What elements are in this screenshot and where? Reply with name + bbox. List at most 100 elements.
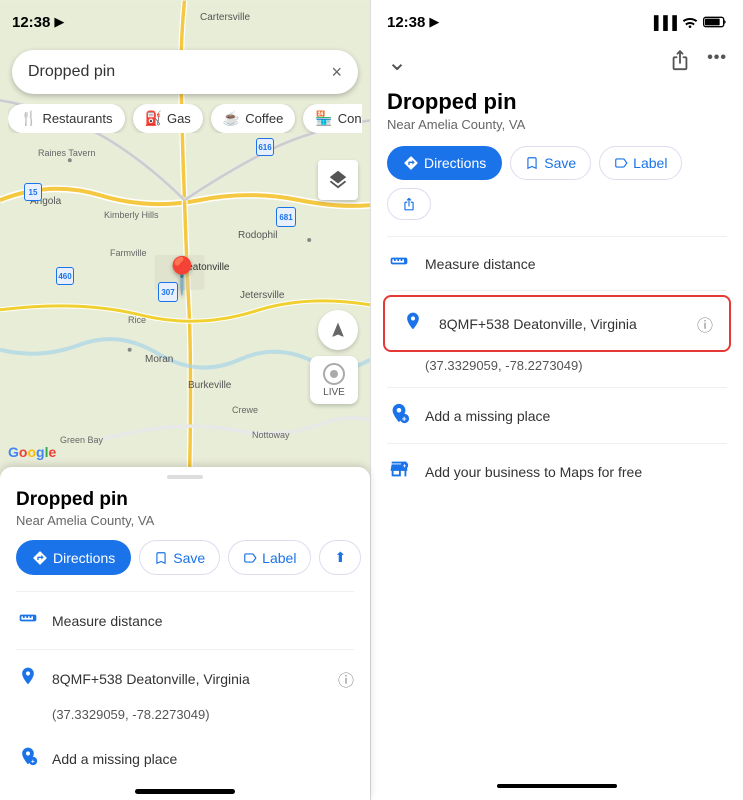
back-button[interactable]: ⌄: [387, 48, 407, 77]
coordinates-text: (37.3329059, -78.2273049): [52, 707, 210, 722]
town-farmville: Farmville: [110, 248, 147, 258]
map-layers-button[interactable]: [318, 160, 358, 200]
status-bar-left: 12:38 ▶: [0, 0, 370, 44]
detail-directions-icon: [403, 155, 419, 171]
chip-restaurants[interactable]: 🍴 Restaurants: [8, 104, 125, 133]
divider-1: [16, 591, 354, 592]
convenience-icon: 🏪: [315, 110, 332, 127]
location-status-right: ▶: [429, 14, 439, 30]
detail-label-label: Label: [633, 155, 667, 171]
chip-gas[interactable]: ⛽ Gas: [133, 104, 203, 133]
town-green-bay: Green Bay: [60, 435, 103, 445]
gas-icon: ⛽: [145, 110, 162, 127]
detail-add-missing-place-label: Add a missing place: [425, 408, 727, 424]
town-kimberly-hills: Kimberly Hills: [104, 210, 159, 220]
status-bar-right: 12:38 ▶ ▐▐▐: [371, 0, 743, 44]
detail-directions-label: Directions: [424, 155, 486, 171]
route-marker-616: 616: [256, 138, 274, 156]
label-icon: [243, 551, 257, 565]
status-icons-left: ▶: [54, 14, 64, 30]
status-icons-right: ▐▐▐: [649, 15, 727, 30]
action-buttons: Directions Save Label ⬆: [16, 540, 354, 575]
plus-code-info-icon[interactable]: ⓘ: [338, 667, 354, 691]
map-navigate-button[interactable]: [318, 310, 358, 350]
detail-save-button[interactable]: Save: [510, 146, 591, 180]
search-bar[interactable]: Dropped pin ×: [12, 50, 358, 94]
detail-share-icon: [402, 197, 416, 211]
live-dot: [330, 370, 338, 378]
live-label: LIVE: [323, 387, 345, 398]
town-burkeville: Burkeville: [188, 380, 231, 391]
plus-code-row[interactable]: 8QMF+538 Deatonville, Virginia ⓘ: [16, 654, 354, 703]
time-left: 12:38: [12, 14, 50, 31]
chip-restaurants-label: Restaurants: [42, 111, 112, 126]
detail-coordinates: (37.3329059, -78.2273049): [371, 356, 743, 387]
share-button[interactable]: ⬆: [319, 540, 361, 575]
top-actions: •••: [669, 49, 727, 77]
detail-location-pin-icon: [401, 311, 425, 336]
battery-icon: [703, 16, 727, 28]
more-options-button[interactable]: •••: [707, 49, 727, 77]
restaurants-icon: 🍴: [20, 110, 37, 127]
signal-icon: ▐▐▐: [649, 15, 677, 30]
time-right: 12:38: [387, 14, 425, 31]
town-rice: Rice: [128, 315, 146, 325]
add-missing-place-row[interactable]: + Add a missing place: [16, 734, 354, 783]
share-top-icon: [669, 49, 691, 71]
detail-business-icon: +: [387, 458, 411, 485]
detail-plus-code-text: 8QMF+538 Deatonville, Virginia: [439, 316, 683, 332]
detail-measure-distance-row[interactable]: Measure distance: [371, 237, 743, 290]
spacer: [371, 499, 743, 772]
ruler-icon: [18, 608, 38, 628]
measure-distance-row[interactable]: Measure distance: [16, 596, 354, 645]
chip-gas-label: Gas: [167, 111, 191, 126]
divider-2: [16, 649, 354, 650]
route-marker-460: 460: [56, 267, 74, 285]
bottom-sheet-left: Dropped pin Near Amelia County, VA Direc…: [0, 467, 370, 800]
search-close-button[interactable]: ×: [331, 62, 342, 83]
detail-add-business-label: Add your business to Maps for free: [425, 464, 727, 480]
detail-action-buttons: Directions Save Label: [371, 146, 743, 236]
map-live-button[interactable]: LIVE: [310, 356, 358, 404]
route-marker-681: 681: [276, 207, 296, 227]
town-jetersville: Jetersville: [240, 290, 284, 301]
filter-chips: 🍴 Restaurants ⛽ Gas ☕ Coffee 🏪 Conve...: [8, 104, 362, 133]
detail-add-business-row[interactable]: + Add your business to Maps for free: [371, 444, 743, 499]
detail-directions-button[interactable]: Directions: [387, 146, 502, 180]
detail-title: Dropped pin: [371, 85, 743, 117]
label-button[interactable]: Label: [228, 540, 311, 575]
detail-measure-label: Measure distance: [425, 256, 727, 272]
chip-convenience[interactable]: 🏪 Conve...: [303, 104, 362, 133]
map-area[interactable]: Arvonia Cartersville Trents Mill Dill Ra…: [0, 0, 370, 480]
home-indicator-right: [371, 772, 743, 800]
search-input-value: Dropped pin: [28, 63, 331, 81]
measure-distance-label: Measure distance: [52, 613, 163, 629]
home-bar: [497, 784, 617, 788]
share-top-button[interactable]: [669, 49, 691, 77]
town-rodophil: Rodophil: [238, 230, 277, 241]
google-logo: Google: [8, 444, 56, 460]
plus-code-highlight-box: 8QMF+538 Deatonville, Virginia ⓘ: [383, 295, 731, 352]
town-crewe: Crewe: [232, 405, 258, 415]
top-bar-right: ⌄ •••: [371, 44, 743, 85]
svg-text:+: +: [31, 759, 35, 766]
share-icon: ⬆: [334, 549, 346, 566]
sheet-handle: [167, 475, 203, 479]
add-missing-place-label: Add a missing place: [52, 751, 177, 767]
detail-share-button[interactable]: [387, 188, 431, 220]
detail-plus-code-row[interactable]: 8QMF+538 Deatonville, Virginia ⓘ: [385, 297, 729, 350]
detail-plus-code-info[interactable]: ⓘ: [697, 312, 713, 336]
map-pin: 📍: [160, 255, 205, 297]
svg-text:+: +: [403, 463, 407, 470]
save-button[interactable]: Save: [139, 540, 220, 575]
navigate-icon: [329, 321, 347, 339]
home-indicator-left: [135, 789, 235, 794]
directions-button[interactable]: Directions: [16, 540, 131, 575]
detail-label-button[interactable]: Label: [599, 146, 682, 180]
chip-coffee[interactable]: ☕ Coffee: [211, 104, 296, 133]
coordinates-row: (37.3329059, -78.2273049): [16, 703, 354, 734]
detail-add-missing-place-row[interactable]: + Add a missing place: [371, 388, 743, 443]
town-moran: Moran: [145, 354, 173, 365]
directions-icon: [32, 550, 48, 566]
detail-add-place-icon: +: [387, 402, 411, 429]
